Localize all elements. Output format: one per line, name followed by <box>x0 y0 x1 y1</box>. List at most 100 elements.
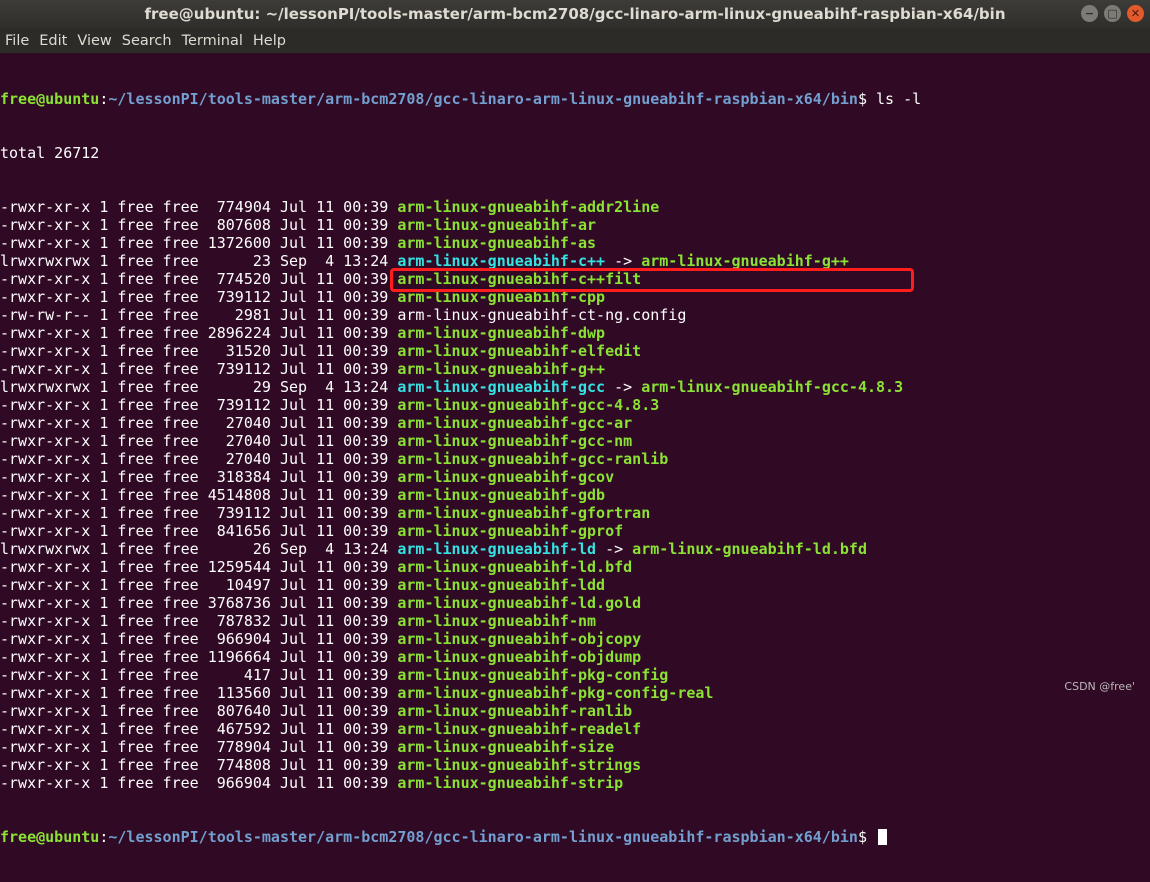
command-text: ls -l <box>876 90 922 108</box>
file-meta: -rwxr-xr-x 1 free free 27040 Jul 11 00:3… <box>0 414 398 432</box>
file-meta: -rwxr-xr-x 1 free free 467592 Jul 11 00:… <box>0 720 398 738</box>
file-name: arm-linux-gnueabihf-gcov <box>397 468 615 486</box>
highlight-box <box>390 268 914 292</box>
file-row: -rw-rw-r-- 1 free free 2981 Jul 11 00:39… <box>0 306 1150 324</box>
file-meta: -rwxr-xr-x 1 free free 417 Jul 11 00:39 <box>0 666 398 684</box>
prompt-path: ~/lessonPI/tools-master/arm-bcm2708/gcc-… <box>108 90 858 108</box>
prompt-symbol: $ <box>857 828 867 846</box>
total-line: total 26712 <box>0 144 100 162</box>
file-meta: -rwxr-xr-x 1 free free 841656 Jul 11 00:… <box>0 522 398 540</box>
file-meta: -rwxr-xr-x 1 free free 2896224 Jul 11 00… <box>0 324 398 342</box>
symlink-arrow: -> <box>596 540 633 558</box>
file-meta: -rwxr-xr-x 1 free free 774520 Jul 11 00:… <box>0 270 398 288</box>
menu-terminal[interactable]: Terminal <box>177 33 248 49</box>
file-name: arm-linux-gnueabihf-gcc-ranlib <box>397 450 669 468</box>
file-name: arm-linux-gnueabihf-ldd <box>397 576 606 594</box>
file-row: -rwxr-xr-x 1 free free 318384 Jul 11 00:… <box>0 468 1150 486</box>
menu-bar: File Edit View Search Terminal Help <box>0 28 1150 53</box>
file-name: arm-linux-gnueabihf-gprof <box>397 522 624 540</box>
menu-file[interactable]: File <box>0 33 34 49</box>
file-name: arm-linux-gnueabihf-ranlib <box>397 702 633 720</box>
window-controls: − □ ✕ <box>1081 5 1144 22</box>
file-name: arm-linux-gnueabihf-strings <box>397 756 642 774</box>
menu-help[interactable]: Help <box>248 33 291 49</box>
file-name: arm-linux-gnueabihf-ld <box>397 540 597 558</box>
file-row: -rwxr-xr-x 1 free free 739112 Jul 11 00:… <box>0 396 1150 414</box>
menu-search[interactable]: Search <box>117 33 177 49</box>
file-row: -rwxr-xr-x 1 free free 807608 Jul 11 00:… <box>0 216 1150 234</box>
file-meta: -rwxr-xr-x 1 free free 1196664 Jul 11 00… <box>0 648 398 666</box>
prompt-path: ~/lessonPI/tools-master/arm-bcm2708/gcc-… <box>108 828 858 846</box>
file-meta: -rwxr-xr-x 1 free free 31520 Jul 11 00:3… <box>0 342 398 360</box>
file-name: arm-linux-gnueabihf-g++ <box>397 360 606 378</box>
text-cursor <box>878 829 887 845</box>
file-meta: -rwxr-xr-x 1 free free 27040 Jul 11 00:3… <box>0 450 398 468</box>
file-name: arm-linux-gnueabihf-readelf <box>397 720 642 738</box>
file-name: arm-linux-gnueabihf-as <box>397 234 597 252</box>
menu-edit[interactable]: Edit <box>34 33 72 49</box>
file-row: lrwxrwxrwx 1 free free 26 Sep 4 13:24 ar… <box>0 540 1150 558</box>
file-name: arm-linux-gnueabihf-objcopy <box>397 630 642 648</box>
terminal-output[interactable]: free@ubuntu:~/lessonPI/tools-master/arm-… <box>0 54 1150 846</box>
file-row: -rwxr-xr-x 1 free free 1259544 Jul 11 00… <box>0 558 1150 576</box>
prompt-user: free@ubuntu <box>0 828 100 846</box>
file-name: arm-linux-gnueabihf-gfortran <box>397 504 651 522</box>
file-name: arm-linux-gnueabihf-pkg-config-real <box>397 684 714 702</box>
file-name: arm-linux-gnueabihf-size <box>397 738 615 756</box>
file-meta: -rwxr-xr-x 1 free free 778904 Jul 11 00:… <box>0 738 398 756</box>
file-row: -rwxr-xr-x 1 free free 807640 Jul 11 00:… <box>0 702 1150 720</box>
file-name: arm-linux-gnueabihf-objdump <box>397 648 642 666</box>
symlink-target: arm-linux-gnueabihf-gcc-4.8.3 <box>641 378 904 396</box>
maximize-button[interactable]: □ <box>1104 5 1121 22</box>
file-meta: -rwxr-xr-x 1 free free 27040 Jul 11 00:3… <box>0 432 398 450</box>
file-name: arm-linux-gnueabihf-gcc <box>397 378 606 396</box>
file-name: arm-linux-gnueabihf-gdb <box>397 486 606 504</box>
menu-view[interactable]: View <box>72 33 116 49</box>
symlink-arrow: -> <box>605 378 642 396</box>
file-name: arm-linux-gnueabihf-ld.bfd <box>397 558 633 576</box>
file-meta: -rwxr-xr-x 1 free free 774904 Jul 11 00:… <box>0 198 398 216</box>
file-meta: -rwxr-xr-x 1 free free 1259544 Jul 11 00… <box>0 558 398 576</box>
file-meta: -rwxr-xr-x 1 free free 739112 Jul 11 00:… <box>0 288 398 306</box>
file-meta: -rw-rw-r-- 1 free free 2981 Jul 11 00:39 <box>0 306 398 324</box>
file-row: -rwxr-xr-x 1 free free 417 Jul 11 00:39 … <box>0 666 1150 684</box>
file-meta: -rwxr-xr-x 1 free free 739112 Jul 11 00:… <box>0 360 398 378</box>
terminal-window: free@ubuntu: ~/lessonPI/tools-master/arm… <box>0 0 1150 846</box>
window-title: free@ubuntu: ~/lessonPI/tools-master/arm… <box>144 5 1006 23</box>
file-meta: -rwxr-xr-x 1 free free 807608 Jul 11 00:… <box>0 216 398 234</box>
file-name: arm-linux-gnueabihf-dwp <box>397 324 606 342</box>
close-button[interactable]: ✕ <box>1127 5 1144 22</box>
file-row: -rwxr-xr-x 1 free free 10497 Jul 11 00:3… <box>0 576 1150 594</box>
file-name: arm-linux-gnueabihf-gcc-nm <box>397 432 633 450</box>
file-meta: -rwxr-xr-x 1 free free 739112 Jul 11 00:… <box>0 504 398 522</box>
file-row: -rwxr-xr-x 1 free free 966904 Jul 11 00:… <box>0 630 1150 648</box>
file-row: -rwxr-xr-x 1 free free 4514808 Jul 11 00… <box>0 486 1150 504</box>
file-row: -rwxr-xr-x 1 free free 739112 Jul 11 00:… <box>0 504 1150 522</box>
command-line: free@ubuntu:~/lessonPI/tools-master/arm-… <box>0 90 922 108</box>
prompt-user: free@ubuntu <box>0 90 100 108</box>
file-row: -rwxr-xr-x 1 free free 467592 Jul 11 00:… <box>0 720 1150 738</box>
file-name: arm-linux-gnueabihf-nm <box>397 612 597 630</box>
file-name: arm-linux-gnueabihf-addr2line <box>397 198 660 216</box>
file-name: arm-linux-gnueabihf-pkg-config <box>397 666 669 684</box>
file-meta: -rwxr-xr-x 1 free free 318384 Jul 11 00:… <box>0 468 398 486</box>
file-row: -rwxr-xr-x 1 free free 27040 Jul 11 00:3… <box>0 432 1150 450</box>
file-meta: -rwxr-xr-x 1 free free 1372600 Jul 11 00… <box>0 234 398 252</box>
file-meta: -rwxr-xr-x 1 free free 966904 Jul 11 00:… <box>0 630 398 648</box>
watermark: CSDN @free' <box>1064 680 1135 693</box>
file-row: -rwxr-xr-x 1 free free 1372600 Jul 11 00… <box>0 234 1150 252</box>
file-meta: -rwxr-xr-x 1 free free 4514808 Jul 11 00… <box>0 486 398 504</box>
file-row: -rwxr-xr-x 1 free free 1196664 Jul 11 00… <box>0 648 1150 666</box>
file-name: arm-linux-gnueabihf-ar <box>397 216 597 234</box>
file-meta: lrwxrwxrwx 1 free free 29 Sep 4 13:24 <box>0 378 398 396</box>
file-row: -rwxr-xr-x 1 free free 113560 Jul 11 00:… <box>0 684 1150 702</box>
file-name: arm-linux-gnueabihf-ct-ng.config <box>397 306 687 324</box>
minimize-button[interactable]: − <box>1081 5 1098 22</box>
file-name: arm-linux-gnueabihf-gcc-4.8.3 <box>397 396 660 414</box>
file-row: -rwxr-xr-x 1 free free 787832 Jul 11 00:… <box>0 612 1150 630</box>
file-row: -rwxr-xr-x 1 free free 27040 Jul 11 00:3… <box>0 414 1150 432</box>
file-row: -rwxr-xr-x 1 free free 778904 Jul 11 00:… <box>0 738 1150 756</box>
file-row: lrwxrwxrwx 1 free free 29 Sep 4 13:24 ar… <box>0 378 1150 396</box>
file-name: arm-linux-gnueabihf-strip <box>397 774 624 792</box>
title-bar[interactable]: free@ubuntu: ~/lessonPI/tools-master/arm… <box>0 0 1150 28</box>
